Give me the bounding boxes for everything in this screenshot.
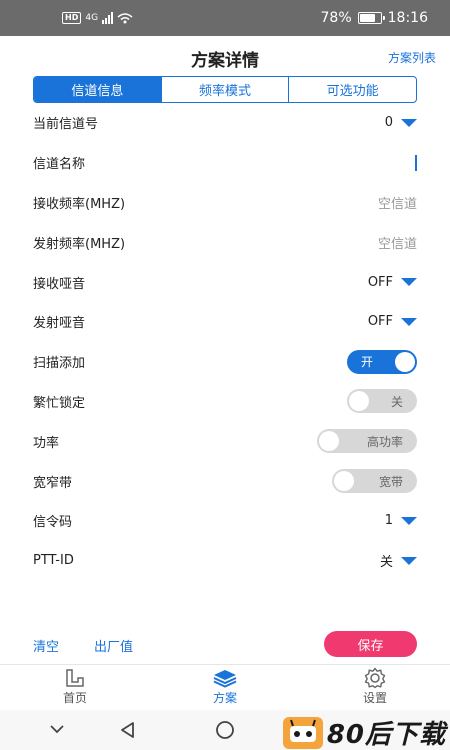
tab-optional-features[interactable]: 可选功能	[288, 77, 416, 102]
rx-frequency-input[interactable]: 空信道	[378, 183, 417, 223]
tx-squelch-select[interactable]: OFF	[368, 302, 417, 342]
watermark-logo-icon	[282, 716, 323, 749]
tabbar-label: 设置	[362, 691, 387, 705]
scan-add-toggle[interactable]: 开	[347, 349, 417, 374]
settings-list: 当前信道号 0 信道名称 接收频率(MHZ) 空信道 发射频率(MHZ) 空信道…	[0, 103, 450, 581]
status-left: HD 4G	[62, 12, 133, 24]
rx-squelch-select[interactable]: OFF	[368, 262, 417, 302]
tab-frequency-mode[interactable]: 频率模式	[160, 77, 289, 102]
network-type: 4G	[85, 13, 99, 23]
battery-icon	[357, 12, 385, 24]
ptt-id-value: 关	[379, 555, 393, 571]
tabbar-settings[interactable]: 设置	[345, 667, 405, 706]
system-nav-bar: 80后下载	[0, 710, 450, 750]
tabbar-home[interactable]: 首页	[45, 667, 105, 706]
clear-button[interactable]: 清空	[33, 636, 59, 655]
tx-frequency-input[interactable]: 空信道	[378, 222, 417, 262]
row-signaling-code[interactable]: 信令码 1	[0, 501, 450, 541]
status-right: 78% 18:16	[321, 10, 428, 26]
clock: 18:16	[387, 10, 428, 26]
row-rx-frequency[interactable]: 接收频率(MHZ) 空信道	[0, 183, 450, 223]
page-title: 方案详情	[191, 51, 259, 71]
row-label: 宽窄带	[33, 475, 73, 491]
toggle-label: 高功率	[366, 434, 403, 449]
row-tx-squelch[interactable]: 发射哑音 OFF	[0, 302, 450, 342]
header: 方案详情 方案列表	[0, 36, 450, 76]
row-label: 功率	[33, 435, 60, 451]
nav-down-icon[interactable]	[48, 720, 66, 742]
row-label: 扫描添加	[33, 356, 86, 372]
nav-back-icon[interactable]	[118, 720, 138, 744]
tabbar-label: 方案	[212, 691, 237, 705]
row-label: 接收频率(MHZ)	[33, 196, 126, 212]
toggle-knob	[349, 391, 369, 412]
toggle-label: 开	[361, 355, 374, 370]
tab-channel-info[interactable]: 信道信息	[34, 77, 161, 102]
signal-icon	[102, 12, 114, 24]
tx-squelch-value: OFF	[367, 314, 393, 330]
row-ptt-id[interactable]: PTT-ID 关	[0, 541, 450, 581]
tabbar-plan[interactable]: 方案	[195, 667, 255, 706]
row-rx-squelch[interactable]: 接收哑音 OFF	[0, 262, 450, 302]
row-label: 发射哑音	[33, 316, 86, 332]
current-channel-select[interactable]: 0	[385, 103, 417, 143]
action-bar: 清空 出厂值 保存	[0, 626, 450, 662]
wifi-icon	[117, 13, 133, 24]
row-channel-name[interactable]: 信道名称	[0, 143, 450, 183]
busy-lock-toggle[interactable]: 关	[347, 389, 417, 414]
row-label: 信令码	[33, 515, 73, 531]
hd-badge: HD	[62, 12, 82, 24]
row-label: 信道名称	[33, 157, 86, 173]
signaling-code-select[interactable]: 1	[385, 501, 417, 541]
rx-frequency-placeholder: 空信道	[377, 196, 417, 212]
save-button[interactable]: 保存	[324, 631, 417, 657]
toggle-knob	[319, 431, 339, 452]
row-bandwidth: 宽窄带 宽带	[0, 461, 450, 501]
gear-icon	[364, 667, 386, 689]
toggle-knob	[395, 351, 415, 372]
row-label: PTT-ID	[33, 553, 74, 569]
tabbar-label: 首页	[62, 691, 87, 705]
home-icon	[64, 667, 86, 689]
bottom-tab-bar: 首页 方案 设置	[0, 664, 450, 710]
caret-down-icon	[401, 278, 417, 287]
nav-home-icon[interactable]	[214, 720, 236, 744]
channel-name-input[interactable]	[407, 143, 417, 183]
signaling-code-value: 1	[384, 513, 393, 529]
watermark-text: 80后下载	[326, 720, 446, 750]
toggle-label: 关	[390, 394, 403, 409]
rx-squelch-value: OFF	[367, 274, 393, 290]
caret-down-icon	[401, 516, 417, 525]
battery-percent: 78%	[320, 10, 352, 26]
row-power: 功率 高功率	[0, 421, 450, 461]
caret-down-icon	[401, 556, 417, 565]
toggle-label: 宽带	[378, 474, 403, 489]
layers-icon	[212, 667, 238, 689]
segment-tabs: 信道信息 频率模式 可选功能	[33, 76, 417, 103]
current-channel-value: 0	[384, 115, 393, 131]
row-scan-add: 扫描添加 开	[0, 342, 450, 382]
text-cursor	[415, 154, 417, 171]
status-bar: HD 4G 78% 18:16	[0, 0, 450, 36]
plan-list-link[interactable]: 方案列表	[388, 49, 436, 66]
row-busy-lock: 繁忙锁定 关	[0, 382, 450, 422]
tx-frequency-placeholder: 空信道	[377, 236, 417, 252]
row-label: 发射频率(MHZ)	[33, 236, 126, 252]
battery-fill	[359, 14, 376, 22]
row-label: 接收哑音	[33, 276, 86, 292]
power-toggle[interactable]: 高功率	[317, 429, 417, 454]
toggle-knob	[334, 471, 354, 492]
watermark: 80后下载	[282, 714, 446, 750]
row-tx-frequency[interactable]: 发射频率(MHZ) 空信道	[0, 222, 450, 262]
factory-reset-button[interactable]: 出厂值	[94, 636, 133, 655]
bandwidth-toggle[interactable]: 宽带	[332, 469, 417, 494]
caret-down-icon	[401, 317, 417, 326]
row-current-channel[interactable]: 当前信道号 0	[0, 103, 450, 143]
row-label: 当前信道号	[33, 117, 99, 133]
caret-down-icon	[401, 118, 417, 127]
ptt-id-select[interactable]: 关	[380, 541, 417, 581]
row-label: 繁忙锁定	[33, 395, 86, 411]
